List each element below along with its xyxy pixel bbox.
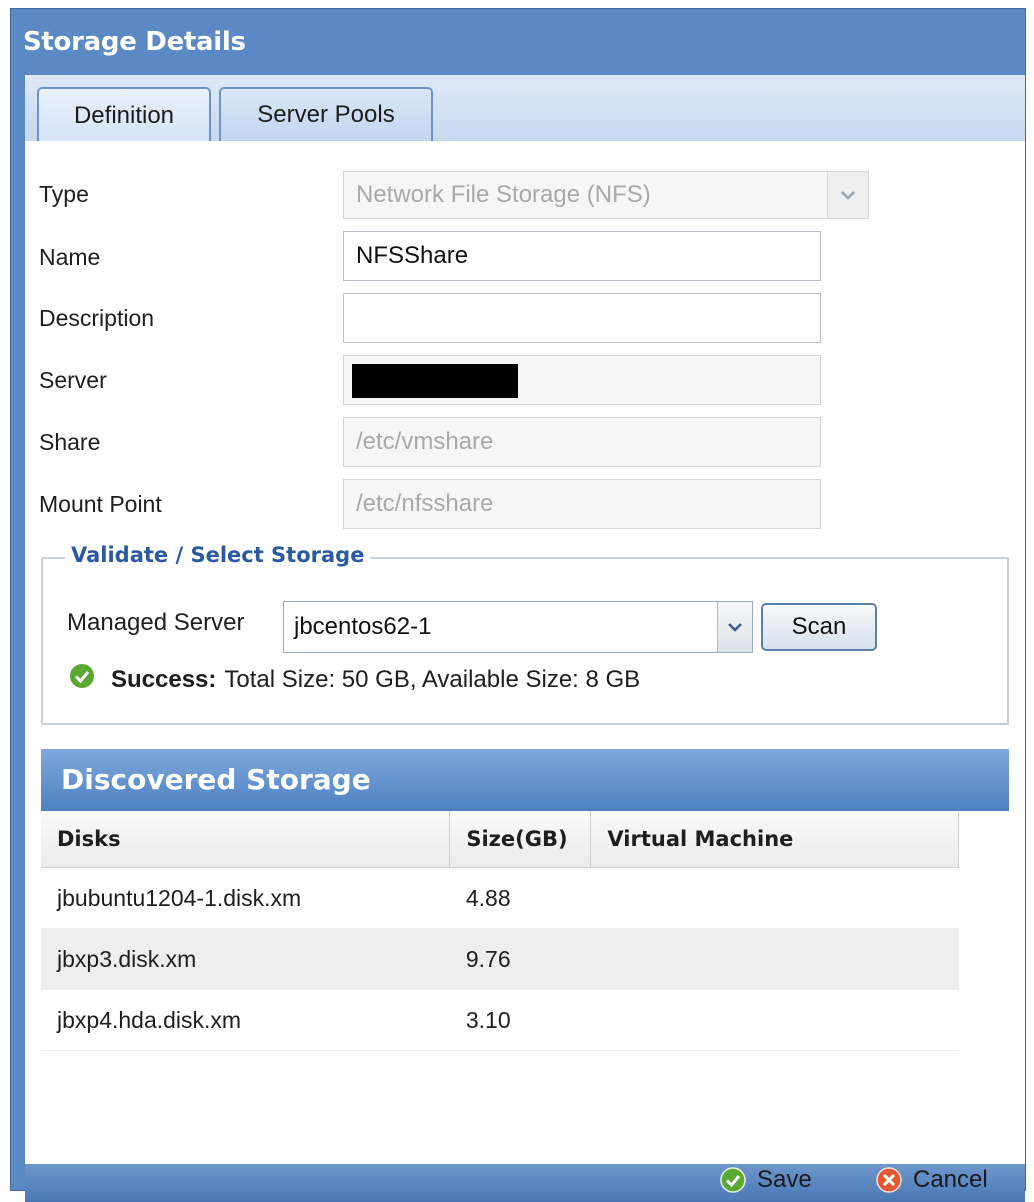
server-label: Server bbox=[39, 367, 107, 393]
cancel-button[interactable]: Cancel bbox=[875, 1166, 988, 1194]
server-input[interactable] bbox=[343, 355, 821, 405]
type-select[interactable]: Network File Storage (NFS) bbox=[343, 171, 869, 219]
share-label: Share bbox=[39, 429, 101, 455]
dialog-footer: Save Cancel bbox=[25, 1164, 1025, 1202]
managed-server-combo[interactable]: jbcentos62-1 bbox=[283, 601, 753, 653]
description-input[interactable] bbox=[343, 293, 821, 343]
column-header-disks[interactable]: Disks bbox=[41, 811, 451, 868]
cancel-x-icon bbox=[876, 1167, 902, 1193]
name-input[interactable]: NFSShare bbox=[343, 231, 821, 281]
chevron-down-icon bbox=[827, 172, 868, 218]
validate-legend: Validate / Select Storage bbox=[65, 543, 371, 567]
disk-cell: jbubuntu1204-1.disk.xm bbox=[41, 867, 450, 929]
mount-point-label: Mount Point bbox=[39, 491, 162, 517]
cancel-label: Cancel bbox=[913, 1166, 988, 1193]
column-header-virtual-machine[interactable]: Virtual Machine bbox=[590, 811, 959, 868]
managed-server-label: Managed Server bbox=[67, 609, 245, 636]
disk-cell: jbxp4.hda.disk.xm bbox=[41, 989, 450, 1051]
chevron-down-icon[interactable] bbox=[717, 602, 752, 652]
column-header-size[interactable]: Size(GB) bbox=[449, 811, 592, 868]
definition-panel: Type Network File Storage (NFS) Name NFS… bbox=[25, 141, 1025, 1164]
discovered-storage-table: Disks Size(GB) Virtual Machine jbubuntu1… bbox=[41, 811, 959, 1051]
tab-server-pools[interactable]: Server Pools bbox=[219, 87, 433, 141]
scan-button[interactable]: Scan bbox=[761, 603, 877, 651]
storage-details-dialog: Storage Details Definition Server Pools … bbox=[10, 8, 1026, 1202]
table-row[interactable]: jbxp4.hda.disk.xm 3.10 bbox=[41, 989, 959, 1051]
save-label: Save bbox=[757, 1166, 812, 1193]
status-label: Success: bbox=[111, 665, 217, 693]
type-label: Type bbox=[39, 181, 89, 207]
size-cell: 9.76 bbox=[449, 928, 591, 990]
vm-cell bbox=[590, 867, 959, 929]
share-input[interactable]: /etc/vmshare bbox=[343, 417, 821, 467]
table-row[interactable]: jbubuntu1204-1.disk.xm 4.88 bbox=[41, 867, 959, 929]
discovered-storage-header: Discovered Storage bbox=[41, 749, 1009, 811]
disk-cell: jbxp3.disk.xm bbox=[41, 928, 450, 990]
scan-status: Success: Total Size: 50 GB, Available Si… bbox=[69, 663, 640, 696]
dialog-title: Storage Details bbox=[23, 27, 246, 57]
mount-point-input[interactable]: /etc/nfsshare bbox=[343, 479, 821, 529]
tab-definition[interactable]: Definition bbox=[37, 87, 211, 143]
type-value: Network File Storage (NFS) bbox=[356, 181, 651, 208]
tab-strip: Definition Server Pools bbox=[25, 75, 1025, 143]
description-label: Description bbox=[39, 305, 155, 331]
vm-cell bbox=[590, 989, 959, 1051]
success-check-icon bbox=[69, 663, 95, 696]
table-row[interactable]: jbxp3.disk.xm 9.76 bbox=[41, 928, 959, 990]
redacted-server-value bbox=[352, 364, 518, 398]
validate-storage-group: Validate / Select Storage Managed Server… bbox=[41, 543, 1009, 725]
save-check-icon bbox=[720, 1167, 746, 1193]
managed-server-value: jbcentos62-1 bbox=[294, 613, 432, 640]
vm-cell bbox=[590, 928, 959, 990]
size-cell: 4.88 bbox=[449, 867, 591, 929]
status-text: Total Size: 50 GB, Available Size: 8 GB bbox=[224, 665, 641, 693]
size-cell: 3.10 bbox=[449, 989, 591, 1051]
name-label: Name bbox=[39, 244, 101, 270]
save-button[interactable]: Save bbox=[719, 1166, 812, 1194]
